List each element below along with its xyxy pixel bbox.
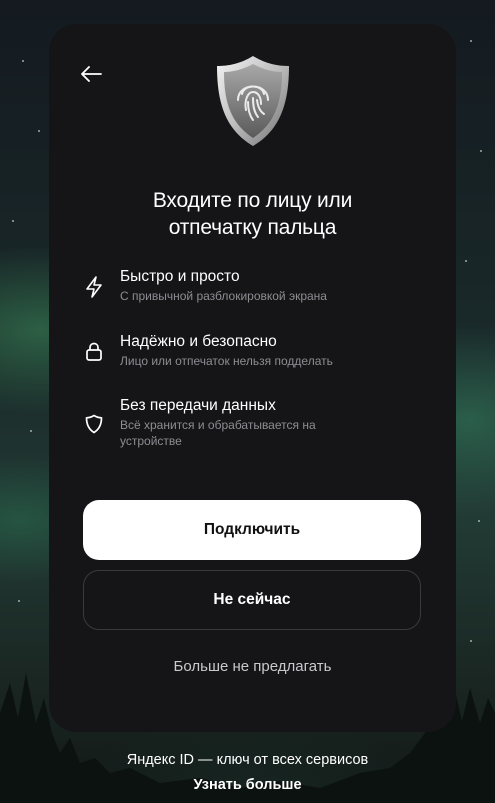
feature-description: Всё хранится и обрабатывается на устройс… [120,418,316,448]
connect-button[interactable]: Подключить [83,500,421,560]
feature-item-local: Без передачи данных Всё хранится и обраб… [83,396,436,449]
back-button[interactable] [75,60,107,88]
lock-icon [86,342,102,361]
biometric-login-card: Входите по лицу или отпечатку пальца Быс… [49,24,456,732]
feature-title: Быстро и просто [120,268,240,285]
feature-description: Лицо или отпечаток нельзя подделать [120,354,333,368]
feature-title: Надёжно и безопасно [120,333,277,350]
feature-item-fast: Быстро и просто С привычной разблокировк… [83,267,436,304]
shield-icon [85,414,103,434]
footer-tagline: Яндекс ID — ключ от всех сервисов [126,752,369,768]
learn-more-link[interactable]: Узнать больше [0,777,495,793]
dont-offer-again-button[interactable]: Больше не предлагать [49,658,456,675]
feature-item-secure: Надёжно и безопасно Лицо или отпечаток н… [83,332,436,369]
not-now-button[interactable]: Не сейчас [83,570,421,630]
arrow-left-icon [81,66,102,82]
page-title: Входите по лицу или отпечатку пальца [89,187,416,241]
page-title-line-1: Входите по лицу или [152,189,353,212]
fingerprint-shield-icon [217,56,289,146]
feature-description: С привычной разблокировкой экрана [120,289,327,303]
page-title-line-2: отпечатку пальца [168,216,337,239]
lightning-icon [86,276,102,298]
feature-title: Без передачи данных [120,397,276,414]
